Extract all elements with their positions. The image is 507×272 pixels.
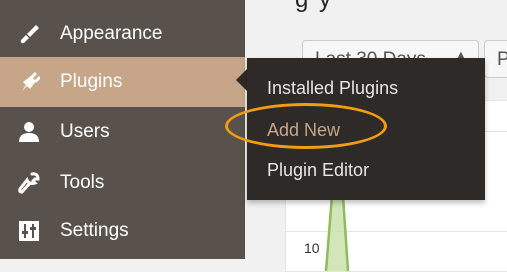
secondary-select[interactable]: P: [484, 40, 507, 78]
current-menu-arrow: [236, 69, 247, 91]
plug-icon: [18, 71, 40, 93]
sidebar-item-label: Tools: [60, 172, 105, 193]
sidebar-item-users[interactable]: Users: [0, 107, 245, 157]
sidebar-item-label: Settings: [60, 220, 129, 241]
sidebar-item-label: Users: [60, 121, 110, 142]
submenu-item-plugin-editor[interactable]: Plugin Editor: [267, 160, 369, 181]
admin-sidebar: Appearance Plugins Users Tools Settings: [0, 0, 247, 259]
sidebar-item-plugins[interactable]: Plugins: [0, 57, 245, 107]
submenu-item-installed-plugins[interactable]: Installed Plugins: [267, 78, 398, 99]
highlight-annotation: [225, 103, 387, 149]
sidebar-item-label: Plugins: [60, 71, 123, 92]
sliders-icon: [18, 220, 40, 242]
sidebar-item-appearance[interactable]: Appearance: [0, 9, 245, 59]
page-heading: g y: [295, 0, 333, 14]
sidebar-item-settings[interactable]: Settings: [0, 206, 245, 256]
sidebar-item-tools[interactable]: Tools: [0, 158, 245, 208]
secondary-select-value: P: [497, 49, 507, 70]
wrench-icon: [18, 172, 40, 194]
sidebar-item-label: Appearance: [60, 23, 163, 44]
user-icon: [18, 121, 40, 143]
paintbrush-icon: [18, 23, 40, 45]
